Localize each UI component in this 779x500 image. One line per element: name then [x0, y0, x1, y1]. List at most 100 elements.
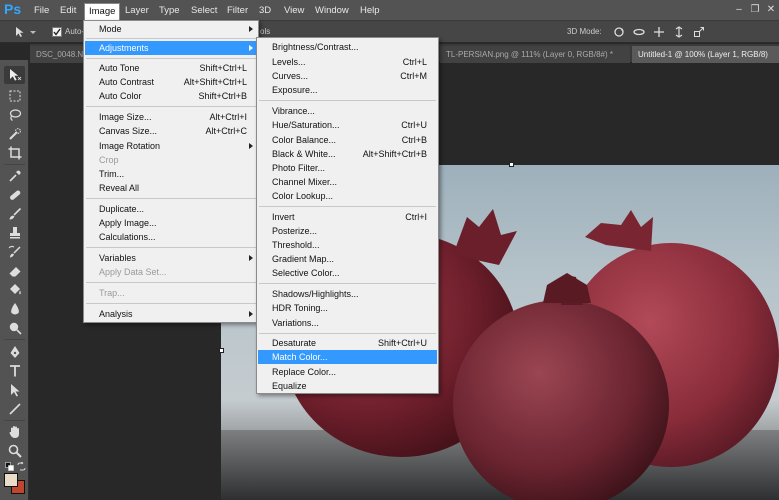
tool-pen[interactable] [4, 343, 25, 361]
tool-dodge[interactable] [4, 319, 25, 337]
menu-item-replace-color[interactable]: Replace Color... [258, 365, 437, 379]
menu-item-variables[interactable]: Variables [85, 251, 257, 265]
menu-view[interactable]: View [280, 3, 308, 18]
3d-scale-icon[interactable] [693, 26, 705, 38]
menu-item-match-color[interactable]: Match Color... [258, 350, 437, 364]
menu-item-equalize[interactable]: Equalize [258, 379, 437, 393]
minimize-icon[interactable]: – [733, 4, 745, 15]
menu-item-image-size[interactable]: Image Size... Alt+Ctrl+I [85, 110, 257, 124]
menu-item-color-lookup[interactable]: Color Lookup... [258, 189, 437, 203]
transform-handle-top[interactable] [509, 162, 514, 167]
menu-separator [259, 333, 436, 334]
menu-file[interactable]: File [30, 3, 53, 18]
menu-item-desaturate[interactable]: Desaturate Shift+Ctrl+U [258, 336, 437, 350]
menu-item-shadows-highlights[interactable]: Shadows/Highlights... [258, 287, 437, 301]
tool-move[interactable] [4, 66, 25, 84]
submenu-arrow-icon [249, 26, 253, 32]
menu-item-curves[interactable]: Curves... Ctrl+M [258, 69, 437, 83]
tool-zoom[interactable] [4, 442, 25, 460]
menu-edit[interactable]: Edit [56, 3, 80, 18]
3d-pan-icon[interactable] [653, 26, 665, 38]
tool-eyedropper[interactable] [4, 167, 25, 185]
menu-item-posterize[interactable]: Posterize... [258, 224, 437, 238]
clone-stamp-icon [9, 227, 20, 239]
menu-filter[interactable]: Filter [223, 3, 252, 18]
tool-blur[interactable] [4, 300, 25, 318]
menu-item-mode[interactable]: Mode [85, 22, 257, 36]
menu-item-photo-filter[interactable]: Photo Filter... [258, 161, 437, 175]
pen-tool-icon [10, 346, 19, 358]
tool-eraser[interactable] [4, 262, 25, 280]
menu-item-trim[interactable]: Trim... [85, 167, 257, 181]
auto-select-label: Auto- [65, 27, 85, 36]
menu-item-gradient-map[interactable]: Gradient Map... [258, 252, 437, 266]
menu-item-auto-contrast[interactable]: Auto Contrast Alt+Shift+Ctrl+L [85, 75, 257, 89]
menu-item-apply-image[interactable]: Apply Image... [85, 216, 257, 230]
restore-icon[interactable]: ❐ [749, 4, 761, 15]
menu-item-hue-saturation[interactable]: Hue/Saturation... Ctrl+U [258, 118, 437, 132]
menu-item-invert[interactable]: Invert Ctrl+I [258, 210, 437, 224]
menu-item-vibrance[interactable]: Vibrance... [258, 104, 437, 118]
menu-item-exposure[interactable]: Exposure... [258, 83, 437, 97]
menu-item-adjustments[interactable]: Adjustments [85, 41, 257, 55]
menu-item-calculations[interactable]: Calculations... [85, 230, 257, 244]
menu-item-hdr-toning[interactable]: HDR Toning... [258, 301, 437, 315]
menu-item-reveal-all[interactable]: Reveal All [85, 181, 257, 195]
close-icon[interactable]: ✕ [765, 4, 777, 15]
chevron-down-icon[interactable] [30, 26, 36, 38]
menu-help[interactable]: Help [356, 3, 384, 18]
menu-image[interactable]: Image [84, 3, 121, 21]
tool-lasso[interactable] [4, 106, 25, 124]
move-tool-icon[interactable] [14, 26, 26, 38]
submenu-arrow-icon [249, 311, 253, 317]
tool-marquee[interactable] [4, 87, 25, 105]
menu-type[interactable]: Type [155, 3, 184, 18]
menu-select[interactable]: Select [187, 3, 221, 18]
3d-rotate-icon[interactable] [613, 26, 625, 38]
menu-window[interactable]: Window [311, 3, 353, 18]
tool-path-select[interactable] [4, 381, 25, 399]
menu-item-image-rotation[interactable]: Image Rotation [85, 139, 257, 153]
hand-tool-icon [9, 426, 19, 438]
menu-item-channel-mixer[interactable]: Channel Mixer... [258, 175, 437, 189]
tab-tl-persian[interactable]: TL-PERSIAN.png @ 111% (Layer 0, RGB/8#) … [440, 46, 630, 63]
menu-item-variations[interactable]: Variations... [258, 316, 437, 330]
default-colors-icon[interactable] [5, 462, 15, 472]
menu-item-auto-tone[interactable]: Auto Tone Shift+Ctrl+L [85, 61, 257, 75]
checkbox-icon[interactable] [52, 26, 62, 38]
menu-item-brightness-contrast[interactable]: Brightness/Contrast... [258, 40, 437, 54]
submenu-arrow-icon [249, 45, 253, 51]
swap-colors-icon[interactable] [17, 462, 26, 471]
tool-hand[interactable] [4, 423, 25, 441]
tab-untitled-1[interactable]: Untitled-1 @ 100% (Layer 1, RGB/8) [632, 46, 779, 63]
menu-item-color-balance[interactable]: Color Balance... Ctrl+B [258, 133, 437, 147]
photoshop-logo: Ps [4, 1, 22, 17]
transform-handle-left[interactable] [219, 348, 224, 353]
menu-item-black-white[interactable]: Black & White... Alt+Shift+Ctrl+B [258, 147, 437, 161]
tool-type[interactable] [4, 362, 25, 380]
tool-quick-select[interactable] [4, 125, 25, 143]
3d-roll-icon[interactable] [633, 26, 645, 38]
tool-history-brush[interactable] [4, 243, 25, 261]
tool-healing-brush[interactable] [4, 186, 25, 204]
menu-3d[interactable]: 3D [255, 3, 275, 18]
menu-item-threshold[interactable]: Threshold... [258, 238, 437, 252]
tool-clone-stamp[interactable] [4, 224, 25, 242]
3d-slide-icon[interactable] [673, 26, 685, 38]
menu-item-auto-color[interactable]: Auto Color Shift+Ctrl+B [85, 89, 257, 103]
menu-item-levels[interactable]: Levels... Ctrl+L [258, 55, 437, 69]
brush-tool-icon [9, 207, 21, 220]
menu-item-selective-color[interactable]: Selective Color... [258, 266, 437, 280]
menu-item-analysis[interactable]: Analysis [85, 307, 257, 321]
menu-layer[interactable]: Layer [121, 3, 153, 18]
menu-separator [86, 282, 256, 283]
tool-paint-bucket[interactable] [4, 281, 25, 299]
tool-brush[interactable] [4, 205, 25, 223]
menu-item-canvas-size[interactable]: Canvas Size... Alt+Ctrl+C [85, 124, 257, 138]
tab-dsc-0048[interactable]: DSC_0048.N [30, 46, 86, 63]
tool-crop[interactable] [4, 144, 25, 162]
tool-line[interactable] [4, 400, 25, 418]
menu-item-duplicate[interactable]: Duplicate... [85, 202, 257, 216]
foreground-color-swatch[interactable] [4, 473, 18, 487]
menu-separator [86, 58, 256, 59]
